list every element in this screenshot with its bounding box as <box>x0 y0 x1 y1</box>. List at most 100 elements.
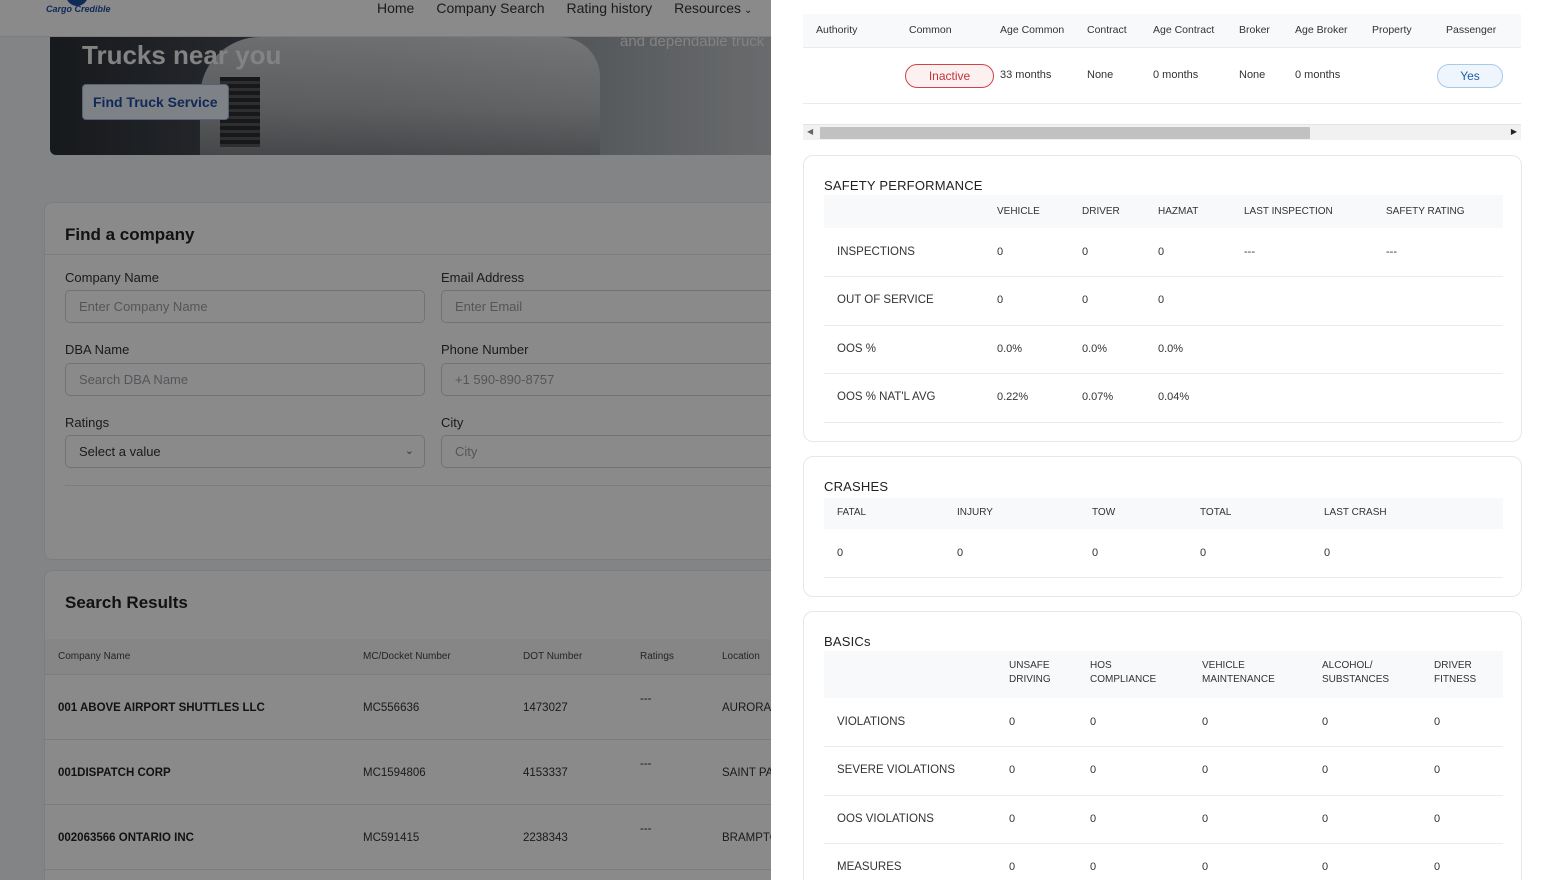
row-label: OOS % NAT'L AVG <box>837 391 936 403</box>
crashes-table-header: FATAL INJURY TOW TOTAL LAST CRASH <box>824 498 1503 529</box>
col-broker: Broker <box>1239 24 1270 36</box>
vehicle-maintenance-cell: 0 <box>1202 813 1209 825</box>
col-unsafe-driving-line2: DRIVING <box>1009 674 1051 685</box>
table-row: INSPECTIONS 0 0 0 --- --- <box>824 228 1503 277</box>
contract-cell: None <box>1087 69 1114 81</box>
col-hazmat: HAZMAT <box>1158 206 1199 217</box>
col-authority: Authority <box>816 24 858 36</box>
hos-compliance-cell: 0 <box>1090 813 1097 825</box>
authority-table: Authority Common Age Common Contract Age… <box>803 0 1521 124</box>
table-row: 0 0 0 0 0 <box>824 529 1503 578</box>
age-broker-cell: 0 months <box>1295 69 1341 81</box>
alcohol-substances-cell: 0 <box>1322 813 1329 825</box>
vehicle-maintenance-cell: 0 <box>1202 716 1209 728</box>
driver-fitness-cell: 0 <box>1434 716 1441 728</box>
vehicle-cell: 0.22% <box>997 391 1029 403</box>
unsafe-driving-cell: 0 <box>1009 716 1016 728</box>
driver-fitness-cell: 0 <box>1434 861 1441 873</box>
horizontal-scrollbar[interactable]: ◀ ▶ <box>803 124 1521 140</box>
col-hos-compliance: HOS COMPLIANCE <box>1090 659 1156 687</box>
col-driver-fitness: DRIVER FITNESS <box>1434 659 1476 687</box>
authority-row: Inactive 33 months None 0 months None 0 … <box>803 48 1521 104</box>
basics-panel: BASICs UNSAFE DRIVING HOS COMPLIANCE VEHIC… <box>803 611 1522 880</box>
hazmat-cell: 0.0% <box>1158 343 1184 355</box>
col-age-contract: Age Contract <box>1153 24 1215 36</box>
driver-fitness-cell: 0 <box>1434 764 1441 776</box>
age-contract-cell: 0 months <box>1153 69 1199 81</box>
col-fatal: FATAL <box>837 507 867 518</box>
company-details-drawer: Authority Common Age Common Contract Age… <box>771 0 1555 880</box>
col-alcohol-substances-line1: ALCOHOL/ <box>1322 660 1373 671</box>
col-driver-fitness-line1: DRIVER <box>1434 660 1472 671</box>
vehicle-maintenance-cell: 0 <box>1202 764 1209 776</box>
table-row: OOS % NAT'L AVG 0.22% 0.07% 0.04% <box>824 374 1503 423</box>
col-vehicle: VEHICLE <box>997 206 1040 217</box>
col-driver-fitness-line2: FITNESS <box>1434 674 1477 685</box>
col-alcohol-substances-line2: SUBSTANCES <box>1322 674 1390 685</box>
col-injury: INJURY <box>957 507 993 518</box>
col-vehicle-maintenance-line1: VEHICLE <box>1202 660 1245 671</box>
col-common: Common <box>909 24 952 36</box>
col-last-crash: LAST CRASH <box>1324 507 1387 518</box>
row-label: INSPECTIONS <box>837 246 915 258</box>
scroll-right-arrow-icon[interactable]: ▶ <box>1511 127 1517 136</box>
alcohol-substances-cell: 0 <box>1322 861 1329 873</box>
tow-cell: 0 <box>1092 547 1099 559</box>
row-label: VIOLATIONS <box>837 716 906 728</box>
col-unsafe-driving: UNSAFE DRIVING <box>1009 659 1051 687</box>
vehicle-cell: 0 <box>997 294 1004 306</box>
unsafe-driving-cell: 0 <box>1009 764 1016 776</box>
table-row: VIOLATIONS 0 0 0 0 0 <box>824 698 1503 747</box>
driver-fitness-cell: 0 <box>1434 813 1441 825</box>
safety-performance-title: SAFETY PERFORMANCE <box>824 178 983 193</box>
col-passenger: Passenger <box>1446 24 1497 36</box>
col-total: TOTAL <box>1200 507 1232 518</box>
authority-section: Authority Common Age Common Contract Age… <box>803 0 1521 140</box>
basics-table-header: UNSAFE DRIVING HOS COMPLIANCE VEHICLE MAINT… <box>824 651 1503 698</box>
driver-cell: 0 <box>1082 294 1089 306</box>
hazmat-cell: 0.04% <box>1158 391 1190 403</box>
col-hos-compliance-line2: COMPLIANCE <box>1090 674 1157 685</box>
vehicle-cell: 0 <box>997 246 1004 258</box>
age-common-cell: 33 months <box>1000 69 1052 81</box>
col-safety-rating: SAFETY RATING <box>1386 206 1465 217</box>
col-vehicle-maintenance-line2: MAINTENANCE <box>1202 674 1275 685</box>
driver-cell: 0.0% <box>1082 343 1108 355</box>
passenger-status-badge: Yes <box>1437 64 1503 88</box>
safety-performance-panel: SAFETY PERFORMANCE VEHICLE DRIVER HAZMAT… <box>803 155 1522 442</box>
basics-title: BASICs <box>824 634 871 649</box>
unsafe-driving-cell: 0 <box>1009 813 1016 825</box>
row-label: OUT OF SERVICE <box>837 294 934 306</box>
last-crash-cell: 0 <box>1324 547 1331 559</box>
table-row: MEASURES 0 0 0 0 0 <box>824 844 1503 880</box>
fatal-cell: 0 <box>837 547 844 559</box>
authority-table-header: Authority Common Age Common Contract Age… <box>803 14 1521 48</box>
table-row: OOS % 0.0% 0.0% 0.0% <box>824 326 1503 374</box>
driver-cell: 0.07% <box>1082 391 1114 403</box>
alcohol-substances-cell: 0 <box>1322 764 1329 776</box>
safety-table-header: VEHICLE DRIVER HAZMAT LAST INSPECTION SA… <box>824 195 1503 228</box>
hazmat-cell: 0 <box>1158 294 1165 306</box>
row-label: MEASURES <box>837 861 902 873</box>
col-hos-compliance-line1: HOS <box>1090 660 1112 671</box>
col-unsafe-driving-line1: UNSAFE <box>1009 660 1050 671</box>
table-row: SEVERE VIOLATIONS 0 0 0 0 0 <box>824 747 1503 796</box>
common-status-badge: Inactive <box>905 64 994 88</box>
col-vehicle-maintenance: VEHICLE MAINTENANCE <box>1202 659 1275 687</box>
scroll-left-arrow-icon[interactable]: ◀ <box>807 127 813 136</box>
driver-cell: 0 <box>1082 246 1089 258</box>
col-property: Property <box>1372 24 1412 36</box>
unsafe-driving-cell: 0 <box>1009 861 1016 873</box>
row-label: SEVERE VIOLATIONS <box>837 764 956 776</box>
crashes-panel: CRASHES FATAL INJURY TOW TOTAL LAST CRAS… <box>803 456 1522 597</box>
scrollbar-thumb[interactable] <box>820 127 1310 139</box>
vehicle-cell: 0.0% <box>997 343 1023 355</box>
safety-rating-cell: --- <box>1386 246 1397 258</box>
hazmat-cell: 0 <box>1158 246 1165 258</box>
total-cell: 0 <box>1200 547 1207 559</box>
table-row: OUT OF SERVICE 0 0 0 <box>824 277 1503 326</box>
vehicle-maintenance-cell: 0 <box>1202 861 1209 873</box>
row-label: OOS VIOLATIONS <box>837 813 934 825</box>
hos-compliance-cell: 0 <box>1090 716 1097 728</box>
col-contract: Contract <box>1087 24 1127 36</box>
